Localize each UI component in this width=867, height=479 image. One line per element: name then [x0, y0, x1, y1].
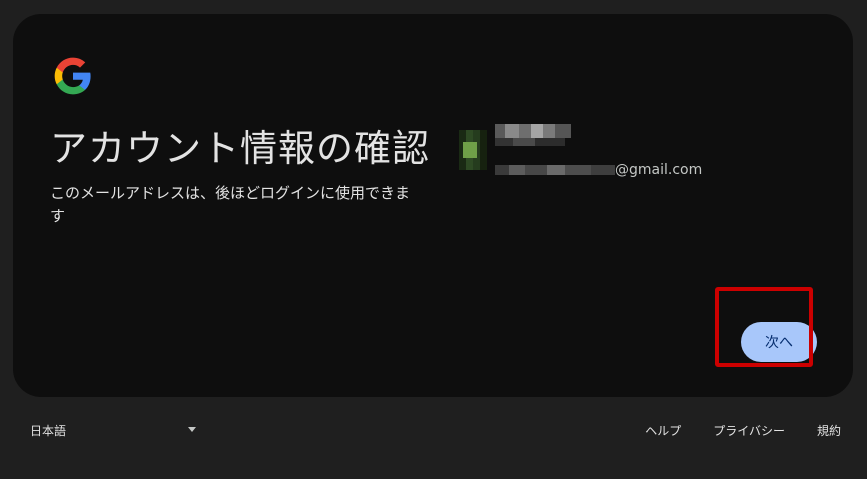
footer: 日本語 ヘルプ プライバシー 規約	[0, 408, 867, 452]
avatar	[459, 130, 487, 170]
next-button[interactable]: 次へ	[741, 322, 817, 362]
page-subtitle: このメールアドレスは、後ほどログインに使用できます	[50, 184, 411, 225]
language-label: 日本語	[30, 423, 67, 438]
email-local-redacted	[495, 165, 615, 175]
help-link[interactable]: ヘルプ	[629, 422, 697, 439]
google-logo-icon	[54, 57, 91, 95]
email-domain: @gmail.com	[615, 162, 703, 178]
account-email: @gmail.com	[495, 162, 702, 178]
terms-link[interactable]: 規約	[801, 422, 841, 439]
confirm-account-card: アカウント情報の確認 このメールアドレスは、後ほどログインに使用できます @gm…	[13, 14, 853, 397]
caret-down-icon	[188, 427, 196, 432]
page-title: アカウント情報の確認	[50, 127, 430, 170]
language-selector[interactable]: 日本語	[18, 412, 200, 448]
account-chip: @gmail.com	[459, 124, 719, 178]
privacy-link[interactable]: プライバシー	[697, 422, 801, 439]
footer-links: ヘルプ プライバシー 規約	[629, 412, 841, 448]
account-name-redacted-2	[495, 138, 565, 146]
account-name-redacted	[495, 124, 571, 138]
